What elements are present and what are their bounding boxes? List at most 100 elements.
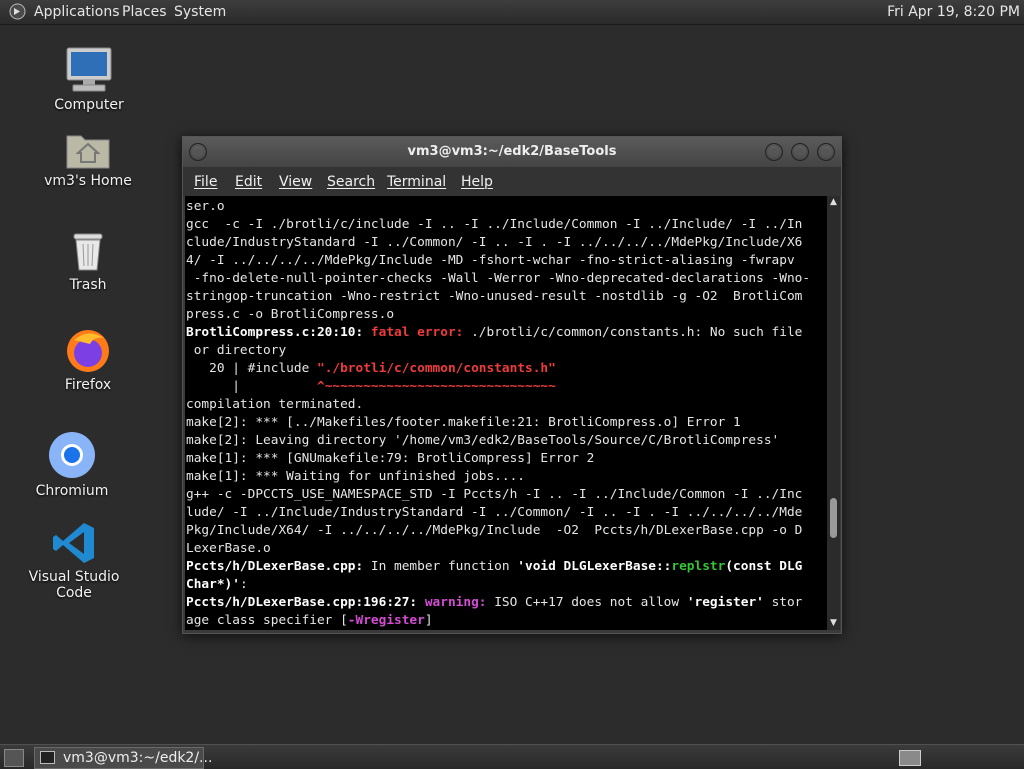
applications-menu[interactable]: Applications (34, 4, 120, 20)
terminal-titlebar[interactable]: vm3@vm3:~/edk2/BaseTools (183, 137, 841, 167)
terminal-line: compilation terminated. (186, 396, 827, 414)
window-title: vm3@vm3:~/edk2/BaseTools (407, 144, 617, 159)
taskbar-label: vm3@vm3:~/edk2/... (63, 750, 213, 766)
terminal-line: clude/IndustryStandard -I ../Common/ -I … (186, 234, 827, 252)
terminal-segment: warning: (424, 595, 495, 610)
terminal-window[interactable]: vm3@vm3:~/edk2/BaseTools File Edit View … (182, 136, 842, 634)
desktop-icon-label: Computer (54, 97, 124, 113)
terminal-segment: ^~~~~~~~~~~~~~~~~~~~~~~~~~~~~~~ (316, 379, 556, 394)
terminal-segment: make[1]: *** [GNUmakefile:79: BrotliComp… (186, 451, 595, 466)
desktop-icon-firefox[interactable]: Firefox (33, 326, 143, 393)
terminal-segment: 'register' (686, 595, 764, 610)
menu-help[interactable]: Help (461, 174, 493, 190)
terminal-segment: lude/ -I ../Include/IndustryStandard -I … (186, 505, 803, 520)
gnome-foot-icon[interactable] (9, 3, 26, 20)
menu-edit[interactable]: Edit (235, 174, 262, 190)
terminal-line: | ^~~~~~~~~~~~~~~~~~~~~~~~~~~~~~~ (186, 378, 827, 396)
system-menu[interactable]: System (174, 4, 226, 20)
desktop-icon-label: Firefox (64, 377, 112, 393)
places-menu[interactable]: Places (122, 4, 167, 20)
terminal-segment: ./brotli/c/common/constants.h: No such f… (471, 325, 803, 340)
terminal-line: g++ -c -DPCCTS_USE_NAMESPACE_STD -I Pcct… (186, 486, 827, 504)
terminal-line: make[1]: *** [GNUmakefile:79: BrotliComp… (186, 450, 827, 468)
terminal-line: make[1]: *** Waiting for unfinished jobs… (186, 468, 827, 486)
terminal-line: 4/ -I ../../../../MdePkg/Include -MD -fs… (186, 252, 827, 270)
close-icon[interactable] (817, 143, 835, 161)
desktop-icon-computer[interactable]: Computer (34, 46, 144, 113)
firefox-icon (67, 330, 109, 372)
terminal-icon (40, 751, 55, 764)
desktop-icon-home[interactable]: vm3's Home (33, 130, 143, 189)
desktop-icon-label: Trash (69, 277, 107, 293)
clock[interactable]: Fri Apr 19, 8:20 PM (887, 4, 1020, 20)
scroll-up-icon[interactable]: ▲ (827, 196, 840, 209)
terminal-line: press.c -o BrotliCompress.o (186, 306, 827, 324)
terminal-segment: Pccts/h/DLexerBase.cpp:196:27: (186, 595, 425, 610)
chromium-icon (49, 432, 95, 478)
terminal-segment: clude/IndustryStandard -I ../Common/ -I … (186, 235, 803, 250)
terminal-line: stringop-truncation -Wno-restrict -Wno-u… (186, 288, 827, 306)
terminal-segment: stringop-truncation -Wno-restrict -Wno-u… (186, 289, 803, 304)
terminal-segment: -fno-delete-null-pointer-checks -Wall -W… (186, 271, 811, 286)
terminal-segment: Pkg/Include/X64/ -I ../../../../MdePkg/I… (186, 523, 803, 538)
terminal-text: ser.o gcc -c -I ./brotli/c/include -I .. … (185, 196, 827, 630)
terminal-segment: 4/ -I ../../../../MdePkg/Include -MD -fs… (186, 253, 795, 268)
menu-view[interactable]: View (279, 174, 312, 190)
terminal-segment: LexerBase.o (186, 541, 271, 556)
terminal-menubar: File Edit View Search Terminal Help (183, 167, 841, 196)
terminal-line: -fno-delete-null-pointer-checks -Wall -W… (186, 270, 827, 288)
terminal-line: make[2]: Leaving directory '/home/vm3/ed… (186, 432, 827, 450)
terminal-segment: -Wregister (347, 613, 425, 628)
terminal-line: age class specifier [-Wregister] (186, 612, 827, 630)
top-panel: Applications Places System Fri Apr 19, 8… (0, 0, 1024, 25)
scroll-down-icon[interactable]: ▼ (827, 617, 840, 630)
terminal-line: gcc -c -I ./brotli/c/include -I .. -I ..… (186, 216, 827, 234)
terminal-segment: ] (424, 613, 433, 628)
terminal-line: Char*)': (186, 576, 827, 594)
terminal-scrollbar[interactable]: ▲ ▼ (827, 196, 840, 630)
terminal-segment: "./brotli/c/common/constants.h" (316, 361, 556, 376)
menu-file[interactable]: File (194, 174, 217, 190)
menu-search[interactable]: Search (327, 174, 375, 190)
show-desktop-icon[interactable] (4, 749, 24, 767)
terminal-segment: ISO C++17 does not allow (494, 595, 687, 610)
desktop-icon-label: Chromium (35, 483, 109, 499)
terminal-line: Pkg/Include/X64/ -I ../../../../MdePkg/I… (186, 522, 827, 540)
terminal-segment: | (186, 379, 317, 394)
home-folder-icon (66, 135, 110, 169)
terminal-line: LexerBase.o (186, 540, 827, 558)
desktop-icon-label: vm3's Home (44, 173, 132, 189)
scroll-thumb[interactable] (830, 498, 837, 538)
terminal-segment: make[2]: *** [../Makefiles/footer.makefi… (186, 415, 741, 430)
terminal-segment: Pccts/h/DLexerBase.cpp: (186, 559, 371, 574)
trash-icon (73, 233, 103, 271)
terminal-line: or directory (186, 342, 827, 360)
desktop-icon-chromium[interactable]: Chromium (17, 430, 127, 499)
terminal-segment: make[2]: Leaving directory '/home/vm3/ed… (186, 433, 780, 448)
terminal-segment: gcc -c -I ./brotli/c/include -I .. -I ..… (186, 217, 803, 232)
terminal-segment: press.c -o BrotliCompress.o (186, 307, 395, 322)
terminal-line: Pccts/h/DLexerBase.cpp: In member functi… (186, 558, 827, 576)
desktop-icon-trash[interactable]: Trash (33, 230, 143, 293)
terminal-segment: fatal error: (370, 325, 472, 340)
workspace-switcher[interactable] (899, 750, 921, 766)
terminal-output[interactable]: ser.o gcc -c -I ./brotli/c/include -I .. … (185, 196, 827, 630)
minimize-icon[interactable] (765, 143, 783, 161)
menu-terminal[interactable]: Terminal (387, 174, 446, 190)
terminal-segment: ser.o (186, 199, 225, 214)
terminal-segment: BrotliCompress.c:20:10: (186, 325, 371, 340)
vscode-icon (53, 523, 94, 563)
terminal-line: lude/ -I ../Include/IndustryStandard -I … (186, 504, 827, 522)
maximize-icon[interactable] (791, 143, 809, 161)
terminal-segment: g++ -c -DPCCTS_USE_NAMESPACE_STD -I Pcct… (186, 487, 803, 502)
terminal-segment: age class specifier [ (186, 613, 348, 628)
taskbar-terminal-button[interactable]: vm3@vm3:~/edk2/... (34, 747, 212, 769)
terminal-segment: compilation terminated. (186, 397, 364, 412)
window-menu-icon[interactable] (189, 143, 207, 161)
terminal-line: BrotliCompress.c:20:10: fatal error: ./b… (186, 324, 827, 342)
terminal-segment: make[1]: *** Waiting for unfinished jobs… (186, 469, 525, 484)
terminal-segment: stor (763, 595, 803, 610)
terminal-segment: 'void DLGLexerBase:: (517, 559, 672, 574)
desktop-icon-vscode[interactable]: Visual Studio Code (19, 520, 129, 601)
terminal-segment: In member function (370, 559, 518, 574)
